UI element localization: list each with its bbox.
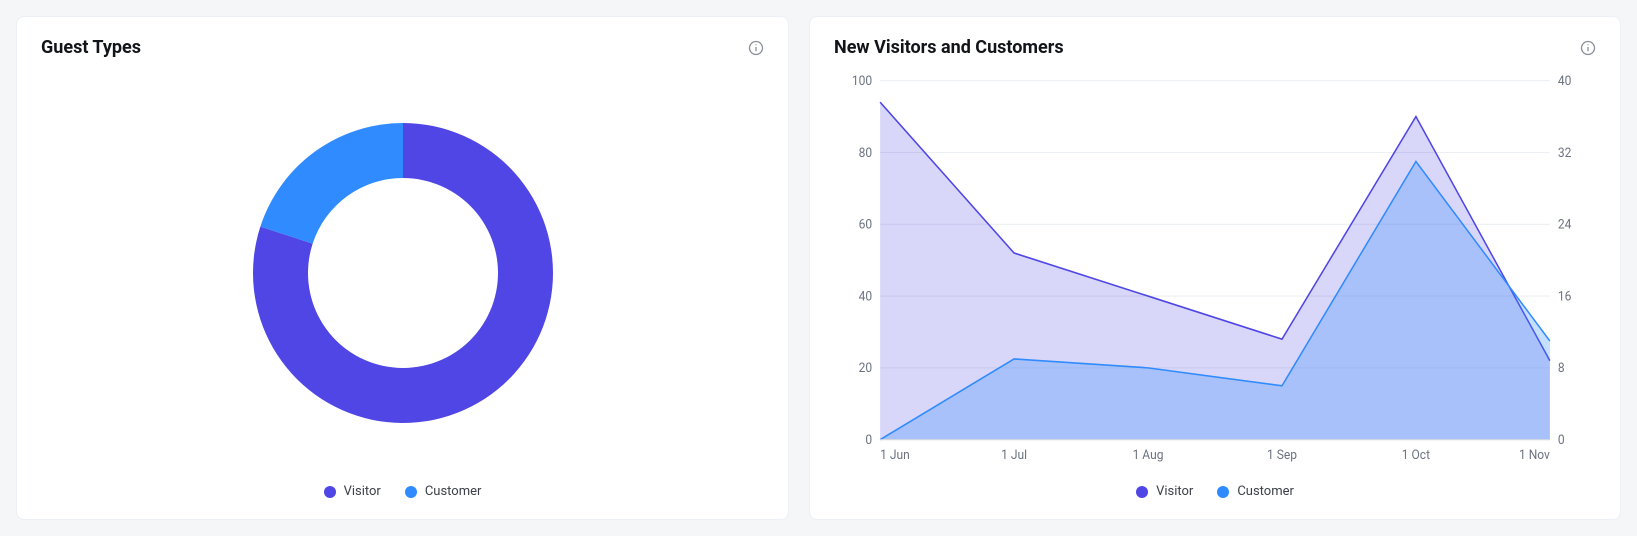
y-left-tick: 100 <box>852 74 872 89</box>
card-guest-types: Guest Types Visitor Custom <box>16 16 789 520</box>
info-icon[interactable] <box>748 40 764 56</box>
y-left-tick: 0 <box>865 433 872 448</box>
area-chart: 0 20 40 60 80 100 0 8 16 24 32 40 1 Jun 1 Jul 1 Aug 1 S… <box>834 70 1596 499</box>
legend-item-customer: Customer <box>1217 484 1294 499</box>
legend-label: Customer <box>1237 484 1294 499</box>
donut-chart: Visitor Customer <box>41 70 764 499</box>
card-title: Guest Types <box>41 37 141 58</box>
legend-label: Visitor <box>1156 484 1193 499</box>
card-new-visitors-customers: New Visitors and Customers 0204060801000… <box>809 16 1621 520</box>
x-tick: 1 Oct <box>1402 448 1430 463</box>
y-left-tick: 40 <box>859 289 873 304</box>
legend-item-visitor: Visitor <box>1136 484 1193 499</box>
legend-label: Visitor <box>344 484 381 499</box>
legend-swatch <box>405 486 417 498</box>
y-right-tick: 40 <box>1558 74 1572 89</box>
y-right-tick: 0 <box>1558 433 1565 448</box>
legend: Visitor Customer <box>834 484 1596 499</box>
y-left-tick: 80 <box>859 145 873 160</box>
y-right-tick: 32 <box>1558 145 1572 160</box>
x-tick: 1 Jun <box>880 448 910 463</box>
donut-svg <box>243 113 563 433</box>
area-svg: 0 20 40 60 80 100 0 8 16 24 32 40 1 Jun 1 Jul 1 Aug 1 S… <box>834 70 1596 476</box>
y-right-tick: 24 <box>1558 217 1572 232</box>
card-title: New Visitors and Customers <box>834 37 1064 58</box>
y-right-tick: 16 <box>1558 289 1572 304</box>
card-header: New Visitors and Customers <box>834 37 1596 58</box>
legend-label: Customer <box>425 484 482 499</box>
y-left-tick: 60 <box>859 217 873 232</box>
donut-slice-customer <box>260 123 403 244</box>
legend-swatch <box>1217 486 1229 498</box>
y-left-tick: 20 <box>859 361 873 376</box>
info-icon[interactable] <box>1580 40 1596 56</box>
legend-item-customer: Customer <box>405 484 482 499</box>
legend-swatch <box>1136 486 1148 498</box>
legend-swatch <box>324 486 336 498</box>
x-tick: 1 Aug <box>1133 448 1164 463</box>
x-tick: 1 Jul <box>1001 448 1027 463</box>
legend-item-visitor: Visitor <box>324 484 381 499</box>
card-header: Guest Types <box>41 37 764 58</box>
x-tick: 1 Nov <box>1519 448 1550 463</box>
y-right-tick: 8 <box>1558 361 1565 376</box>
x-tick: 1 Sep <box>1267 448 1297 463</box>
legend: Visitor Customer <box>324 484 482 499</box>
